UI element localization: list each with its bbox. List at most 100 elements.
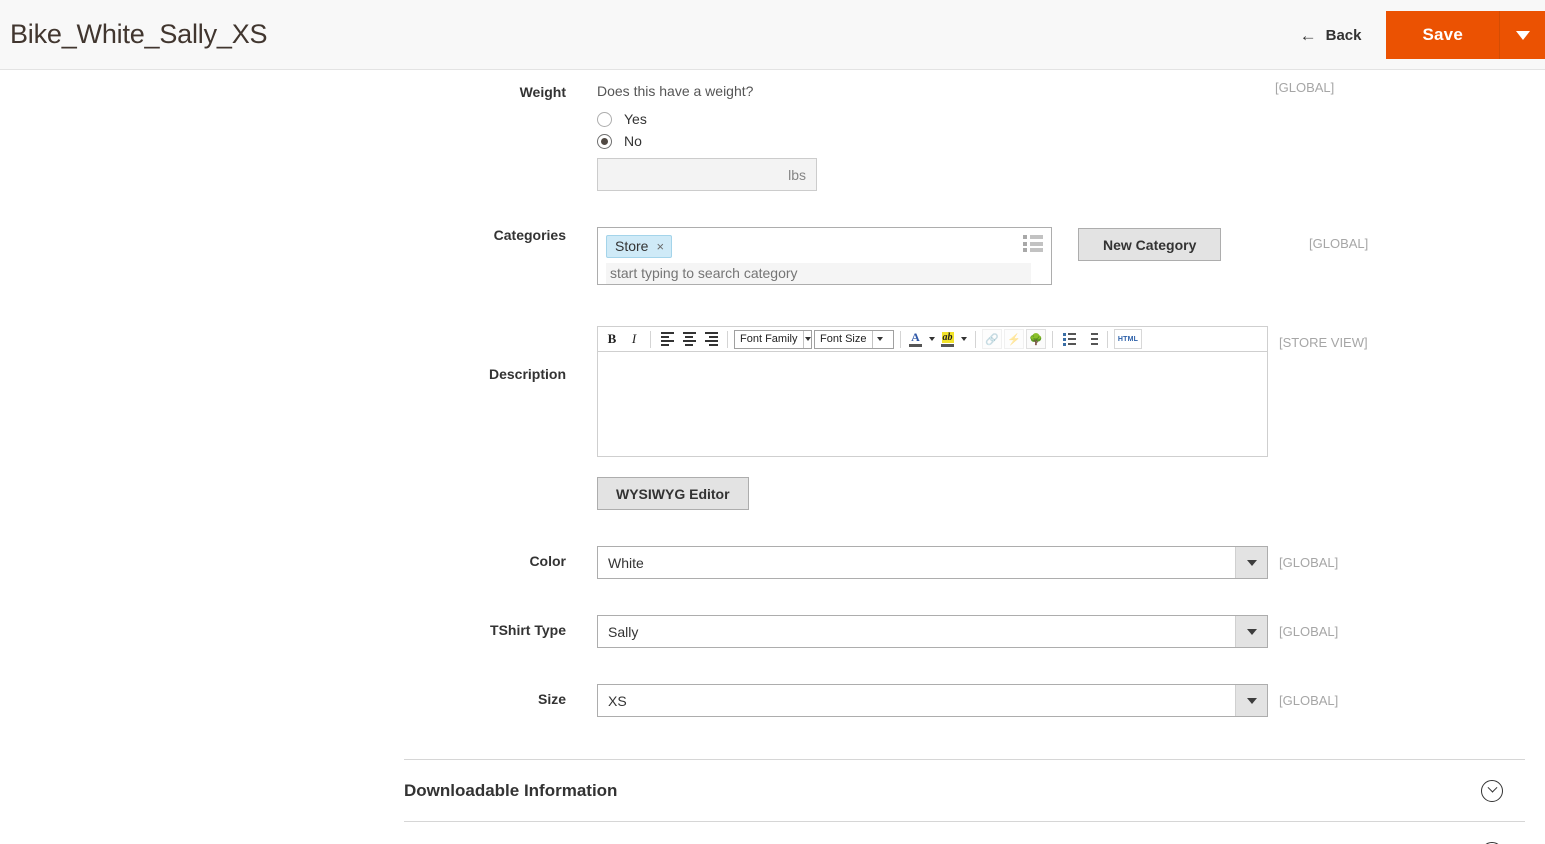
link-icon: 🔗 [982, 329, 1002, 349]
save-button[interactable]: Save [1386, 11, 1499, 59]
categories-multiselect[interactable]: Store × [597, 227, 1052, 285]
radio-checked-icon [597, 133, 612, 149]
weight-radio-no[interactable]: No [597, 133, 1545, 149]
forecolor-glyph: A [911, 329, 920, 344]
arrow-left-icon: ← [1299, 25, 1317, 45]
font-size-label: Font Size [820, 333, 867, 345]
weight-scope-note: [GLOBAL] [1275, 80, 1335, 95]
chevron-down-icon[interactable] [1481, 779, 1503, 802]
radio-unchecked-icon [597, 111, 612, 127]
category-search-input[interactable] [606, 263, 1031, 284]
page-title: Bike_White_Sally_XS [10, 19, 268, 49]
weight-radio-group: Yes No [597, 111, 1545, 149]
color-scope-note: [GLOBAL] [1279, 555, 1339, 570]
toolbar-divider [975, 330, 976, 348]
caret-down-icon [1515, 30, 1530, 40]
chevron-down-icon [803, 330, 811, 348]
description-control: B I Font Family Font Size A ab 🔗 ⚡ 🌳 HTM… [597, 326, 1545, 510]
save-split-button: Save [1386, 11, 1545, 59]
wysiwyg-editor-button[interactable]: WYSIWYG Editor [597, 477, 749, 510]
size-scope-note: [GLOBAL] [1279, 693, 1339, 708]
field-tshirt-type: TShirt Type Sally [GLOBAL] [0, 615, 1545, 648]
font-family-label: Font Family [740, 333, 798, 345]
section-downloadable-information[interactable]: Downloadable Information [404, 759, 1525, 821]
color-control: White [GLOBAL] [597, 546, 1545, 579]
align-center-icon[interactable] [679, 329, 699, 349]
weight-control: Does this have a weight? Yes No lbs [GLO… [597, 80, 1545, 191]
color-select[interactable]: White [597, 546, 1268, 579]
align-left-icon[interactable] [657, 329, 677, 349]
weight-question: Does this have a weight? [597, 83, 754, 99]
editor-toolbar: B I Font Family Font Size A ab 🔗 ⚡ 🌳 HTM… [598, 327, 1267, 352]
numbered-list-icon[interactable] [1081, 329, 1101, 349]
highlight-color-dropdown-icon[interactable] [958, 329, 969, 349]
collapsible-sections: Downloadable Information Configurations [0, 759, 1545, 844]
chevron-down-icon [872, 330, 886, 348]
page-header: Bike_White_Sally_XS ← Back Save [0, 0, 1545, 70]
font-size-select[interactable]: Font Size [814, 329, 894, 349]
bold-button[interactable]: B [602, 329, 622, 349]
description-textarea[interactable] [598, 352, 1267, 456]
save-options-toggle[interactable] [1499, 11, 1545, 59]
weight-input[interactable]: lbs [597, 158, 817, 191]
tshirt-type-label: TShirt Type [490, 622, 566, 638]
categories-label: Categories [493, 227, 566, 243]
toolbar-divider [900, 330, 901, 348]
toolbar-divider [650, 330, 651, 348]
size-control: XS [GLOBAL] [597, 684, 1545, 717]
description-label: Description [488, 366, 566, 382]
text-color-icon[interactable]: A [907, 329, 924, 349]
html-source-button[interactable]: HTML [1114, 329, 1142, 349]
weight-radio-yes[interactable]: Yes [597, 111, 1545, 127]
chevron-down-icon [1235, 547, 1267, 578]
field-weight: Weight Does this have a weight? Yes No l… [0, 80, 1545, 191]
categories-scope-note: [GLOBAL] [1309, 236, 1369, 251]
back-button-label: Back [1325, 26, 1362, 44]
weight-label: Weight [519, 84, 566, 100]
section-configurations[interactable]: Configurations [404, 821, 1525, 844]
weight-unit-label: lbs [788, 166, 806, 183]
field-size: Size XS [GLOBAL] [0, 684, 1545, 717]
backcolor-glyph: ab [941, 331, 954, 343]
field-description: Description B I Font Family Font Size A … [0, 326, 1545, 510]
new-category-button[interactable]: New Category [1078, 228, 1222, 261]
category-tag-label: Store [615, 238, 649, 254]
text-color-dropdown-icon[interactable] [926, 329, 937, 349]
font-family-select[interactable]: Font Family [734, 329, 812, 349]
size-select[interactable]: XS [597, 684, 1268, 717]
italic-button[interactable]: I [624, 329, 644, 349]
chevron-down-icon [1235, 685, 1267, 716]
categories-control: Store × New Category [GLOBAL] [597, 227, 1545, 285]
tshirt-type-select[interactable]: Sally [597, 615, 1268, 648]
toolbar-divider [1107, 330, 1108, 348]
tshirt-type-control: Sally [GLOBAL] [597, 615, 1545, 648]
highlight-color-icon[interactable]: ab [939, 329, 956, 349]
size-label: Size [537, 691, 566, 707]
align-right-icon[interactable] [701, 329, 721, 349]
category-tag-store[interactable]: Store × [606, 235, 673, 258]
description-scope-note: [STORE VIEW] [1279, 335, 1368, 350]
header-actions: ← Back Save [1300, 0, 1545, 70]
color-value: White [608, 554, 644, 571]
insert-image-icon[interactable]: 🌳 [1026, 329, 1046, 349]
color-label: Color [529, 553, 566, 569]
chevron-down-icon [1235, 616, 1267, 647]
close-icon[interactable]: × [656, 240, 664, 253]
field-color: Color White [GLOBAL] [0, 546, 1545, 579]
bullet-list-icon[interactable] [1059, 329, 1079, 349]
product-form: Weight Does this have a weight? Yes No l… [0, 70, 1545, 844]
toolbar-divider [1052, 330, 1053, 348]
toolbar-divider [727, 330, 728, 348]
size-value: XS [608, 692, 627, 709]
tshirt-type-value: Sally [608, 623, 639, 640]
field-categories: Categories Store × New Category [GLOBAL] [0, 227, 1545, 285]
forecolor-swatch [909, 343, 922, 347]
back-button[interactable]: ← Back [1300, 27, 1362, 44]
backcolor-swatch [941, 343, 954, 347]
list-icon[interactable] [1023, 235, 1043, 252]
section-title: Downloadable Information [404, 780, 618, 800]
tshirt-type-scope-note: [GLOBAL] [1279, 624, 1339, 639]
weight-radio-yes-label: Yes [624, 111, 647, 127]
wysiwyg-editor: B I Font Family Font Size A ab 🔗 ⚡ 🌳 HTM… [597, 326, 1268, 457]
unlink-icon: ⚡ [1004, 329, 1024, 349]
